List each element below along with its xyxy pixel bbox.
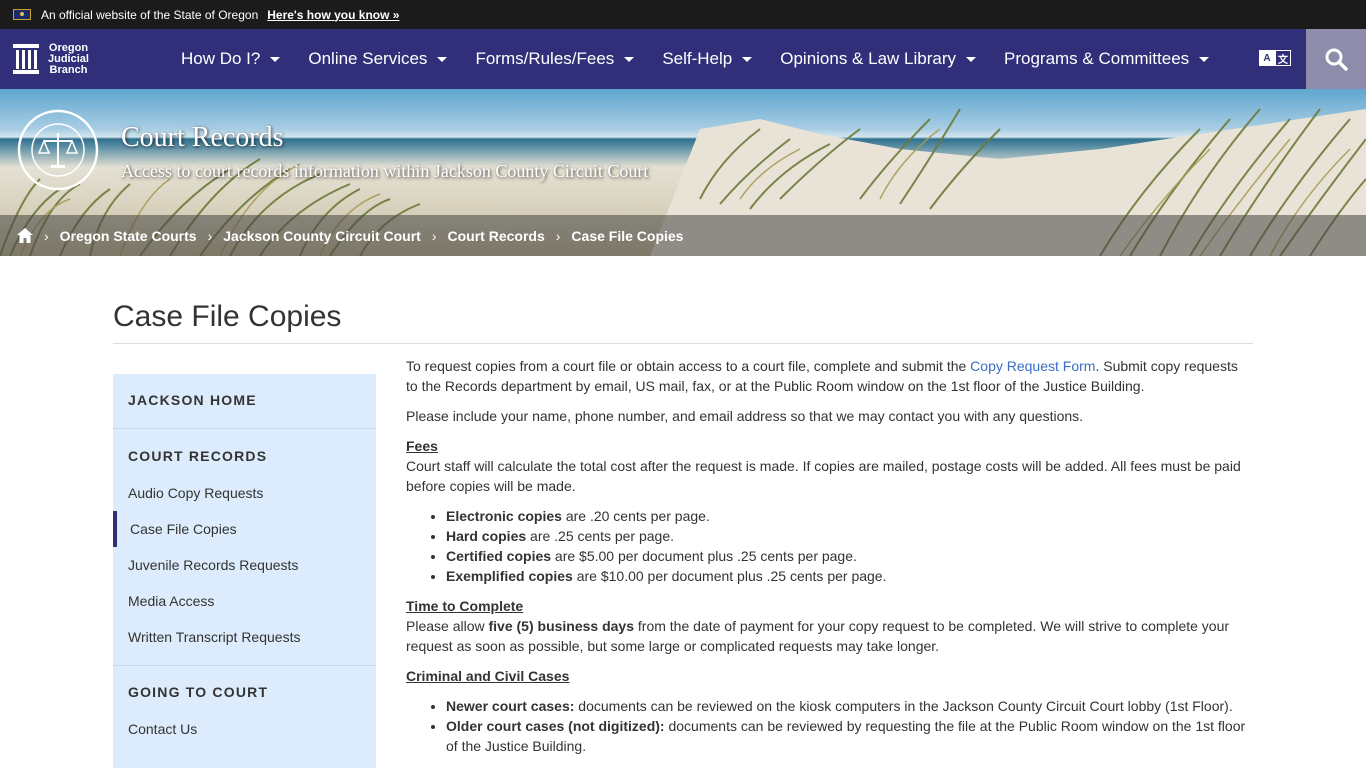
official-text: An official website of the State of Oreg… (41, 7, 259, 22)
sidebar-going-to-court[interactable]: GOING TO COURT (113, 666, 376, 711)
sidebar-jackson-home[interactable]: JACKSON HOME (113, 374, 376, 429)
caret-down-icon (742, 56, 753, 62)
ojd-logo[interactable]: Oregon Judicial Branch (0, 41, 167, 76)
fee-label: Certified copies (446, 548, 552, 564)
chevron-right-icon: › (555, 227, 561, 244)
list-item: Hard copies are .25 cents per page. (446, 526, 1253, 546)
contact-info-paragraph: Please include your name, phone number, … (406, 408, 1084, 424)
cases-heading: Criminal and Civil Cases (406, 668, 570, 684)
caret-down-icon (966, 56, 976, 62)
fee-label: Hard copies (446, 528, 527, 544)
nav-label: Programs & Committees (1004, 49, 1190, 68)
fee-text: are $5.00 per document plus .25 cents pe… (551, 548, 857, 564)
logo-line-2: Judicial (48, 52, 89, 65)
nav-forms-rules-fees[interactable]: Forms/Rules/Fees (461, 29, 648, 89)
list-item: Older court cases (not digitized): docum… (446, 716, 1253, 756)
intro-text: To request copies from a court file or o… (406, 358, 971, 374)
list-item: Electronic copies are .20 cents per page… (446, 506, 1253, 526)
nav-label: Online Services (308, 49, 428, 68)
nav-programs-committees[interactable]: Programs & Committees (990, 29, 1223, 89)
time-section: Time to Complete Please allow five (5) b… (406, 596, 1253, 656)
breadcrumb-jackson-county[interactable]: Jackson County Circuit Court (223, 228, 421, 244)
sidebar-item-juvenile-records[interactable]: Juvenile Records Requests (113, 547, 376, 583)
translate-icon[interactable]: A文 (1259, 50, 1291, 66)
time-heading: Time to Complete (406, 598, 524, 614)
fees-list: Electronic copies are .20 cents per page… (446, 506, 1253, 586)
fees-heading: Fees (406, 438, 438, 454)
fees-section: Fees Court staff will calculate the tota… (406, 436, 1253, 586)
cases-section: Criminal and Civil Cases Newer court cas… (406, 666, 1253, 756)
logo-line-3: Branch (49, 63, 88, 76)
nav-label: Self-Help (662, 49, 733, 68)
oregon-flag-icon (13, 9, 31, 20)
case-label: Older court cases (not digitized): (446, 718, 665, 734)
page-title: Case File Copies (113, 300, 1253, 344)
courthouse-icon (13, 44, 39, 74)
sidebar-court-records[interactable]: COURT RECORDS (113, 429, 376, 475)
how-you-know-link[interactable]: Here's how you know » (267, 8, 399, 22)
sidebar-item-media-access[interactable]: Media Access (113, 583, 376, 619)
nav-opinions-law-library[interactable]: Opinions & Law Library (766, 29, 990, 89)
copy-request-form-link[interactable]: Copy Request Form (970, 358, 1095, 374)
cases-list: Newer court cases: documents can be revi… (446, 696, 1253, 756)
hero-title: Court Records (121, 122, 284, 153)
nav-label: Opinions & Law Library (780, 49, 956, 68)
chevron-right-icon: › (44, 227, 49, 244)
caret-down-icon (437, 56, 448, 62)
sidebar-nav: JACKSON HOME COURT RECORDS Audio Copy Re… (113, 374, 376, 768)
breadcrumb-current: Case File Copies (571, 227, 684, 244)
nav-how-do-i[interactable]: How Do I? (167, 29, 294, 89)
nav-online-services[interactable]: Online Services (294, 29, 461, 89)
chevron-right-icon: › (431, 227, 437, 244)
fee-label: Electronic copies (446, 508, 562, 524)
fee-text: are .25 cents per page. (526, 528, 675, 544)
chevron-right-icon: › (207, 227, 213, 244)
official-banner: An official website of the State of Oreg… (0, 0, 1366, 29)
nav-label: How Do I? (181, 49, 261, 68)
list-item: Certified copies are $5.00 per document … (446, 546, 1253, 566)
search-icon (1325, 48, 1348, 71)
sidebar-item-audio-copy[interactable]: Audio Copy Requests (113, 475, 376, 511)
translate-cjk-glyph: 文 (1275, 50, 1291, 66)
case-text: documents can be reviewed on the kiosk c… (574, 698, 1233, 714)
fee-label: Exemplified copies (446, 568, 573, 584)
breadcrumb: › Oregon State Courts › Jackson County C… (0, 215, 1366, 256)
caret-down-icon (270, 56, 281, 62)
caret-down-icon (624, 56, 635, 62)
nav-label: Forms/Rules/Fees (475, 49, 615, 68)
fee-text: are $10.00 per document plus .25 cents p… (572, 568, 887, 584)
time-text: Please allow (406, 618, 489, 634)
main-content: To request copies from a court file or o… (406, 344, 1253, 768)
sidebar-item-case-file-copies[interactable]: Case File Copies (113, 511, 376, 547)
sidebar-item-written-transcript[interactable]: Written Transcript Requests (113, 619, 376, 655)
case-label: Newer court cases: (446, 698, 575, 714)
hero-banner: Court Records Access to court records in… (0, 89, 1366, 256)
intro-paragraph: To request copies from a court file or o… (406, 356, 1253, 396)
translate-a-glyph: A (1259, 50, 1275, 66)
sidebar-item-contact-us[interactable]: Contact Us (113, 711, 376, 747)
search-button[interactable] (1306, 29, 1366, 89)
fees-text: Court staff will calculate the total cos… (406, 458, 1241, 494)
breadcrumb-court-records[interactable]: Court Records (448, 228, 545, 244)
fee-text: are .20 cents per page. (561, 508, 710, 524)
judicial-department-seal-icon (17, 109, 99, 191)
hero-subtitle: Access to court records information with… (121, 161, 649, 181)
time-bold: five (5) business days (488, 618, 635, 634)
list-item: Newer court cases: documents can be revi… (446, 696, 1253, 716)
logo-line-1: Oregon (48, 41, 89, 54)
caret-down-icon (1199, 56, 1210, 62)
main-nav: Oregon Judicial Branch How Do I? Online … (0, 29, 1366, 89)
list-item: Exemplified copies are $10.00 per docume… (446, 566, 1253, 586)
home-icon[interactable] (17, 228, 33, 243)
breadcrumb-oregon-state-courts[interactable]: Oregon State Courts (60, 228, 197, 244)
nav-self-help[interactable]: Self-Help (648, 29, 766, 89)
